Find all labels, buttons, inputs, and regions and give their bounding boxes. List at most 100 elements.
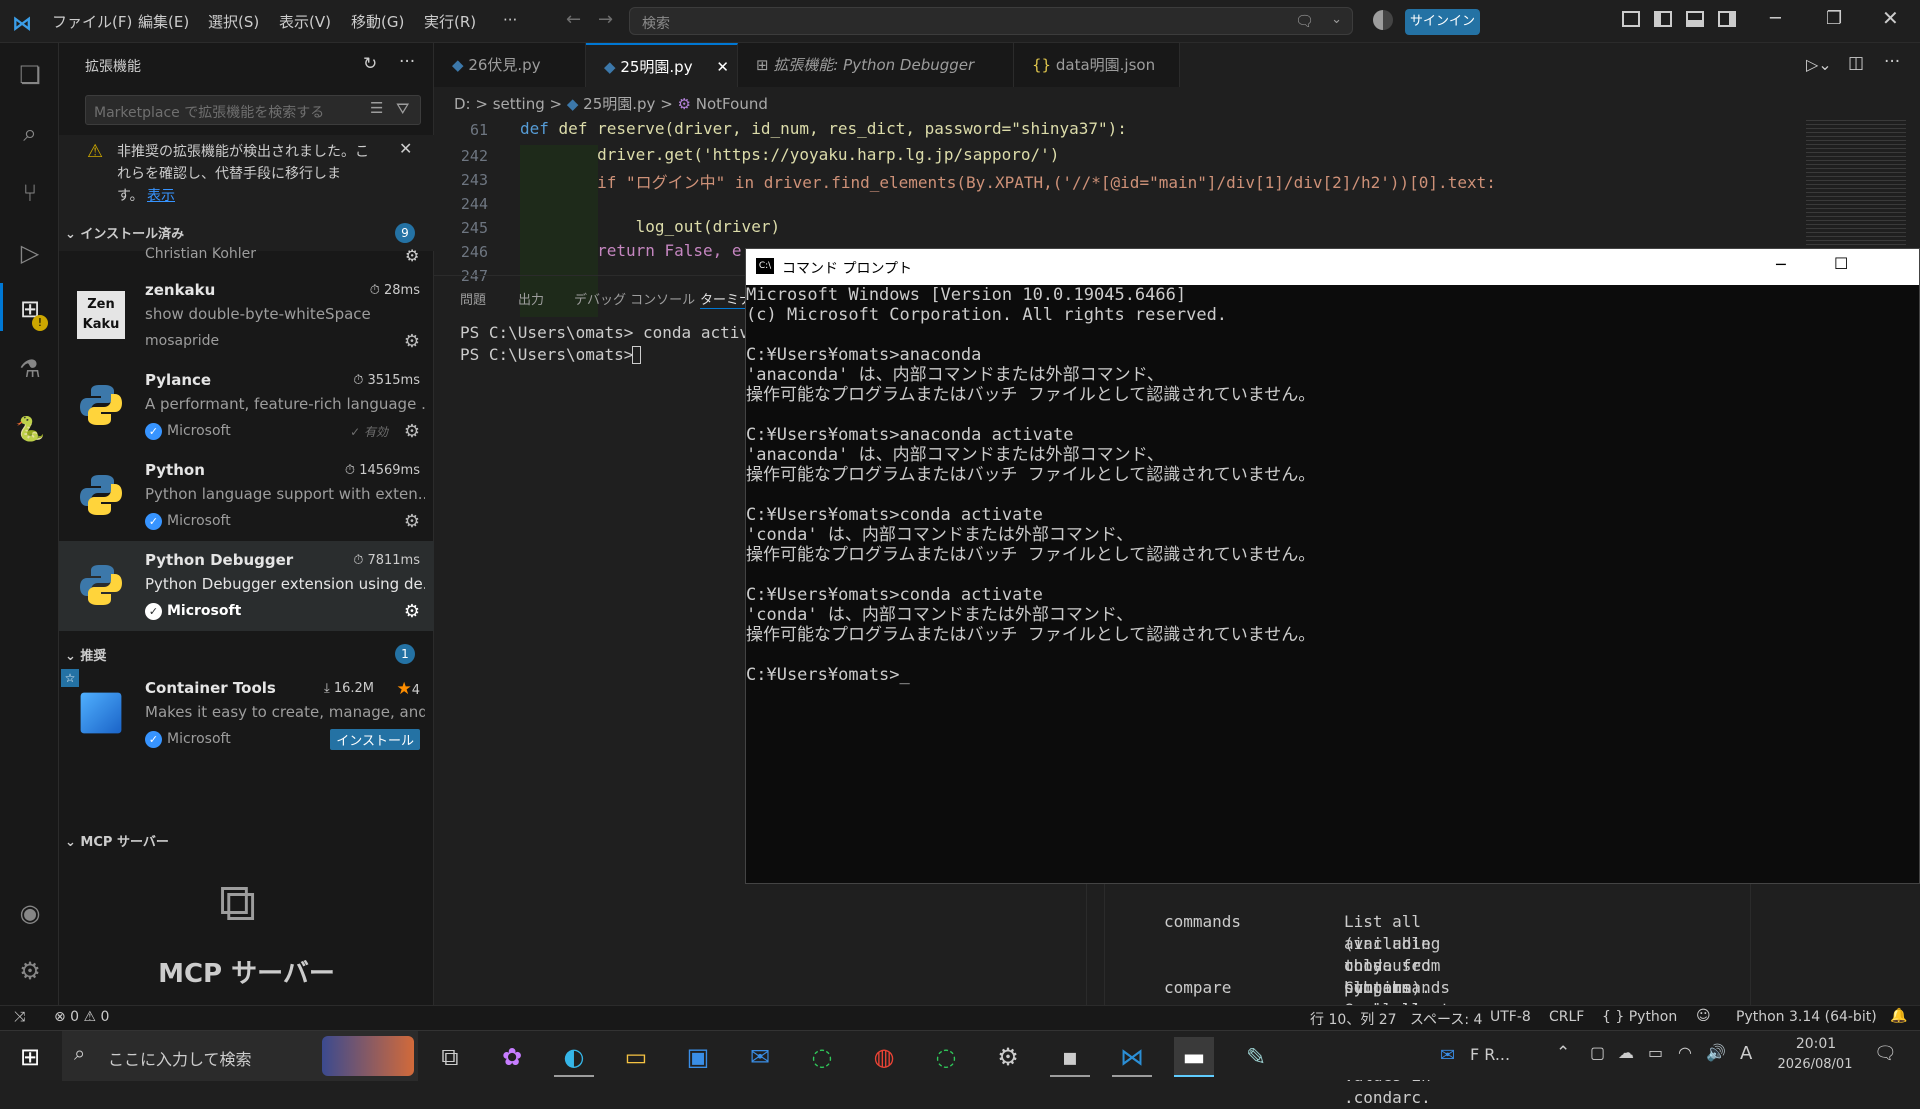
breadcrumb-symbol[interactable]: NotFound — [696, 95, 768, 113]
copilot-chat-icon[interactable]: 🗨 — [1295, 12, 1314, 30]
ime-indicator[interactable]: A — [1740, 1043, 1752, 1064]
tab-json[interactable]: {} data明園.json — [1014, 43, 1180, 87]
tray-overflow-icon[interactable]: ⌃ — [1556, 1043, 1570, 1063]
close-tab-icon[interactable]: ✕ — [716, 45, 729, 89]
layout-customize-icon[interactable] — [1622, 11, 1640, 27]
file-explorer-icon[interactable]: ▭ — [616, 1037, 656, 1077]
sync-app-icon[interactable]: ◌ — [802, 1037, 842, 1077]
extension-item-container-tools[interactable]: ☆ Container Tools ⤓ 16.2M ★4 Makes it ea… — [59, 669, 434, 759]
vscode-taskbar-icon[interactable]: ⋈ — [1112, 1037, 1152, 1077]
clear-filter-icon[interactable]: ☰ — [370, 99, 383, 117]
dismiss-icon[interactable]: ✕ — [399, 139, 412, 158]
copilot-app-icon[interactable]: ✿ — [492, 1037, 532, 1077]
split-editor-icon[interactable]: ◫ — [1848, 53, 1864, 73]
cmd-title-bar[interactable]: C:\ コマンド プロンプト ─ ☐ — [746, 249, 1919, 285]
filter-icon[interactable]: ⛛ — [396, 99, 409, 119]
run-debug-icon[interactable]: ▷ — [14, 237, 46, 269]
panel-tab-output[interactable]: 出力 — [518, 289, 544, 308]
onedrive-icon[interactable]: ☁ — [1618, 1043, 1634, 1062]
breadcrumb-file[interactable]: 25明園.py — [583, 95, 655, 113]
encoding[interactable]: UTF-8 — [1490, 1009, 1531, 1025]
menu-file[interactable]: ファイル(F) — [52, 11, 132, 32]
refresh-icon[interactable]: ↻ — [363, 54, 377, 74]
toggle-primary-sidebar-icon[interactable] — [1654, 11, 1672, 27]
cursor-position[interactable]: 行 10、列 27 — [1310, 1009, 1397, 1029]
forward-arrow-icon[interactable]: → — [598, 9, 613, 30]
manage-gear-icon[interactable]: ⚙ — [404, 421, 420, 442]
copilot-status-icon[interactable]: ☺ — [1696, 1008, 1711, 1024]
tray-text[interactable]: F R... — [1470, 1045, 1510, 1064]
terminal-line[interactable]: PS C:\Users\omats> conda activat — [460, 323, 768, 342]
language-mode[interactable]: { } Python — [1602, 1009, 1677, 1025]
installed-section-header[interactable]: ⌄ インストール済み — [65, 223, 184, 242]
meet-now-icon[interactable]: ▢ — [1590, 1043, 1605, 1062]
python-interpreter[interactable]: Python 3.14 (64-bit) — [1736, 1009, 1877, 1025]
extension-item-python[interactable]: Python ⏱ 14569ms Python language support… — [59, 451, 434, 541]
terminal-taskbar-icon[interactable]: ▬ — [1174, 1037, 1214, 1077]
menu-selection[interactable]: 選択(S) — [208, 11, 259, 32]
extension-item-python-debugger[interactable]: Python Debugger ⏱ 7811ms Python Debugger… — [59, 541, 434, 631]
install-button[interactable]: インストール — [330, 729, 420, 750]
outlook-tray-icon[interactable]: ✉ — [1440, 1045, 1455, 1066]
minimap[interactable] — [1806, 117, 1906, 257]
menu-more[interactable]: ··· — [503, 11, 517, 29]
recommended-section-header[interactable]: ⌄ 推奨 — [65, 645, 106, 664]
toggle-panel-icon[interactable] — [1686, 11, 1704, 27]
cmd-taskbar-icon[interactable]: ▪ — [1050, 1037, 1090, 1077]
source-control-icon[interactable]: ⑂ — [14, 177, 46, 209]
copilot-icon[interactable] — [1373, 10, 1393, 30]
remote-icon[interactable]: ⤨ — [14, 1009, 25, 1025]
search-icon[interactable]: ⌕ — [14, 117, 46, 149]
mcp-section-header[interactable]: ⌄ MCP サーバー — [65, 831, 169, 850]
task-view-icon[interactable]: ⧉ — [430, 1037, 470, 1077]
manage-gear-icon[interactable]: ⚙ — [404, 331, 420, 352]
menu-view[interactable]: 表示(V) — [279, 11, 331, 32]
minimize-icon[interactable]: ─ — [1776, 255, 1786, 274]
panel-tab-problems[interactable]: 問題 — [460, 289, 486, 308]
wifi-icon[interactable]: ◠ — [1678, 1043, 1692, 1062]
outlook-icon[interactable]: ✉ — [740, 1037, 780, 1077]
manage-gear-icon[interactable]: ⚙ — [405, 246, 419, 265]
manage-gear-icon[interactable]: ⚙ — [404, 511, 420, 532]
breadcrumb-folder[interactable]: setting — [493, 95, 545, 113]
extension-item-pylance[interactable]: Pylance ⏱ 3515ms A performant, feature-r… — [59, 361, 434, 451]
battery-icon[interactable]: ▭ — [1648, 1043, 1663, 1062]
close-icon[interactable]: ✕ — [1882, 6, 1899, 30]
more-actions-icon[interactable]: ··· — [1884, 52, 1900, 72]
settings-gear-icon[interactable]: ⚙ — [14, 955, 46, 987]
chevron-down-icon[interactable]: ⌄ — [1331, 12, 1342, 27]
sync-app-icon-2[interactable]: ◌ — [926, 1037, 966, 1077]
more-actions-icon[interactable]: ··· — [399, 52, 415, 72]
tab-file-1[interactable]: ◆ 26伏見.py — [434, 43, 586, 87]
menu-go[interactable]: 移動(G) — [351, 11, 404, 32]
tab-file-active[interactable]: ◆ 25明園.py ✕ — [586, 43, 738, 87]
line-ending[interactable]: CRLF — [1549, 1009, 1584, 1025]
command-prompt-window[interactable]: C:\ コマンド プロンプト ─ ☐ Microsoft Windows [Ve… — [745, 248, 1920, 884]
manage-gear-icon[interactable]: ⚙ — [404, 601, 420, 622]
back-arrow-icon[interactable]: ← — [566, 9, 581, 30]
settings-app-icon[interactable]: ⚙ — [988, 1037, 1028, 1077]
clock-time[interactable]: 20:01 — [1786, 1036, 1846, 1052]
cmd-output[interactable]: Microsoft Windows [Version 10.0.19045.64… — [746, 285, 1315, 685]
store-icon[interactable]: ▣ — [678, 1037, 718, 1077]
extension-search-input[interactable]: Marketplace で拡張機能を検索する ☰ ⛛ — [85, 95, 421, 125]
minimize-icon[interactable]: ─ — [1770, 8, 1781, 29]
terminal-line[interactable]: PS C:\Users\omats> — [460, 345, 643, 364]
account-icon[interactable]: ◉ — [14, 897, 46, 929]
edge-browser-icon[interactable]: ◐ — [554, 1037, 594, 1077]
panel-tab-debug-console[interactable]: デバッグ コンソール — [574, 289, 695, 308]
run-file-icon[interactable]: ▷⌄ — [1806, 55, 1832, 74]
volume-icon[interactable]: 🔊 — [1706, 1043, 1726, 1062]
taskbar-search-box[interactable]: ⌕ ここに入力して検索 — [62, 1031, 418, 1081]
menu-run[interactable]: 実行(R) — [424, 11, 476, 32]
restore-icon[interactable]: ❐ — [1826, 8, 1842, 29]
maximize-icon[interactable]: ☐ — [1834, 254, 1848, 273]
breadcrumb-drive[interactable]: D: — [454, 95, 471, 113]
chrome-icon[interactable]: ◍ — [864, 1037, 904, 1077]
windows-start-icon[interactable]: ⊞ — [10, 1037, 50, 1077]
signin-button[interactable]: サインイン — [1405, 9, 1480, 35]
notifications-bell-icon[interactable]: 🔔 — [1890, 1008, 1907, 1024]
indentation[interactable]: スペース: 4 — [1410, 1009, 1482, 1029]
notification-center-icon[interactable]: 🗨 — [1874, 1043, 1897, 1064]
command-center-search[interactable]: 検索 🗨 ⌄ — [629, 7, 1353, 35]
